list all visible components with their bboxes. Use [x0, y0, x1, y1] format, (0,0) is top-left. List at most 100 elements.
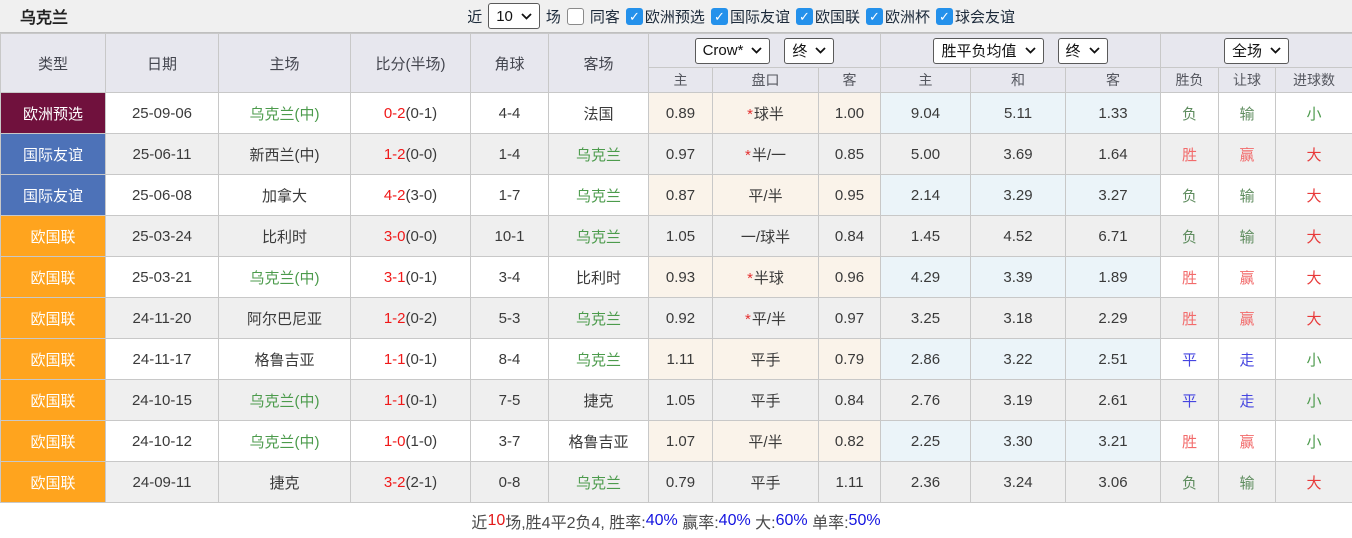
cell-date: 25-06-08 — [106, 175, 219, 216]
col-type: 类型 — [1, 34, 106, 93]
cell-corner: 0-8 — [471, 462, 549, 503]
cell-avg-draw: 4.52 — [971, 216, 1066, 257]
cell-corner: 8-4 — [471, 339, 549, 380]
cell-avg-lose: 1.33 — [1066, 93, 1161, 134]
cell-handicap: 一/球半 — [713, 216, 819, 257]
col-score: 比分(半场) — [351, 34, 471, 93]
cell-result-let: 输 — [1219, 216, 1276, 257]
col-away: 客场 — [549, 34, 649, 93]
fulltime-score: 1-2 — [384, 310, 406, 327]
intl-friendly-checkbox[interactable]: ✓ — [711, 8, 728, 25]
cell-handicap: 平手 — [713, 339, 819, 380]
cell-result-let: 输 — [1219, 175, 1276, 216]
cell-result-goals: 大 — [1276, 175, 1352, 216]
cell-away: 乌克兰 — [549, 298, 649, 339]
cell-away: 乌克兰 — [549, 175, 649, 216]
match-row: 国际友谊25-06-08加拿大4-2(3-0)1-7乌克兰0.87平/半0.95… — [1, 175, 1352, 216]
handicap-text: 平/半 — [752, 311, 786, 328]
recent-label: 近 — [467, 6, 482, 27]
cell-avg-lose: 2.51 — [1066, 339, 1161, 380]
filter-euro-qualifiers[interactable]: ✓ 欧洲预选 — [626, 6, 705, 27]
cell-avg-win: 2.25 — [881, 421, 971, 462]
match-row: 欧国联25-03-21乌克兰(中)3-1(0-1)3-4比利时0.93*半球0.… — [1, 257, 1352, 298]
check-icon: ✓ — [799, 10, 810, 23]
filter-euro-cup[interactable]: ✓ 欧洲杯 — [866, 6, 930, 27]
halftime-score: (0-0) — [406, 228, 438, 245]
recent-count-select[interactable]: 10 — [488, 3, 540, 29]
bookmaker-select-value: Crow* — [703, 42, 744, 59]
subcol-avg-lose: 客 — [1066, 68, 1161, 93]
cell-away: 乌克兰 — [549, 462, 649, 503]
subcol-result-wdl: 胜负 — [1161, 68, 1219, 93]
euro-cup-label: 欧洲杯 — [885, 6, 930, 27]
cell-avg-draw: 3.18 — [971, 298, 1066, 339]
cell-avg-win: 9.04 — [881, 93, 971, 134]
cell-avg-draw: 3.19 — [971, 380, 1066, 421]
cell-date: 25-09-06 — [106, 93, 219, 134]
euro-qualifiers-label: 欧洲预选 — [645, 6, 705, 27]
cell-odds-away: 0.79 — [819, 339, 881, 380]
cell-home: 捷克 — [219, 462, 351, 503]
odds-state-select[interactable]: 终 — [784, 38, 834, 64]
cell-avg-draw: 3.22 — [971, 339, 1066, 380]
cell-handicap: 平/半 — [713, 175, 819, 216]
cell-corner: 3-4 — [471, 257, 549, 298]
avg-type-select[interactable]: 胜平负均值 — [933, 38, 1043, 64]
match-row: 欧国联24-10-15乌克兰(中)1-1(0-1)7-5捷克1.05平手0.84… — [1, 380, 1352, 421]
same-away-checkbox[interactable] — [567, 8, 584, 25]
cell-avg-draw: 5.11 — [971, 93, 1066, 134]
club-friendly-checkbox[interactable]: ✓ — [936, 8, 953, 25]
summary-line: 近10场,胜4平2负4, 胜率:40% 赢率:40% 大:60% 单率:50% — [0, 503, 1352, 538]
cell-avg-lose: 3.21 — [1066, 421, 1161, 462]
cell-result-let: 输 — [1219, 462, 1276, 503]
scope-select[interactable]: 全场 — [1224, 38, 1289, 64]
filter-nations-league[interactable]: ✓ 欧国联 — [796, 6, 860, 27]
summary-segment: 场,胜4平2负4, — [505, 509, 609, 533]
cell-handicap: *半/一 — [713, 134, 819, 175]
check-icon: ✓ — [939, 10, 950, 23]
match-table-body: 欧洲预选25-09-06乌克兰(中)0-2(0-1)4-4法国0.89*球半1.… — [1, 93, 1352, 503]
cell-avg-win: 4.29 — [881, 257, 971, 298]
odds-group-header: Crow* 终 — [649, 34, 881, 68]
filters: 近 10 场 同客 ✓ 欧洲预选 ✓ 国际友谊 ✓ 欧国联 ✓ 欧洲杯 ✓ 球会… — [467, 3, 1015, 29]
nations-league-label: 欧国联 — [815, 6, 860, 27]
halftime-score: (0-1) — [406, 392, 438, 409]
fulltime-score: 3-2 — [384, 474, 406, 491]
cell-result-wdl: 负 — [1161, 462, 1219, 503]
summary-segment: 50% — [849, 512, 881, 530]
subcol-odds-away: 客 — [819, 68, 881, 93]
match-row: 欧洲预选25-09-06乌克兰(中)0-2(0-1)4-4法国0.89*球半1.… — [1, 93, 1352, 134]
halftime-score: (0-1) — [406, 269, 438, 286]
cell-score: 1-1(0-1) — [351, 339, 471, 380]
euro-cup-checkbox[interactable]: ✓ — [866, 8, 883, 25]
cell-score: 0-2(0-1) — [351, 93, 471, 134]
handicap-text: 平/半 — [748, 188, 782, 205]
handicap-text: 半/一 — [752, 147, 786, 164]
cell-result-goals: 小 — [1276, 380, 1352, 421]
euro-qualifiers-checkbox[interactable]: ✓ — [626, 8, 643, 25]
club-friendly-label: 球会友谊 — [955, 6, 1015, 27]
col-date: 日期 — [106, 34, 219, 93]
filter-intl-friendly[interactable]: ✓ 国际友谊 — [711, 6, 790, 27]
handicap-text: 一/球半 — [741, 229, 790, 246]
cell-corner: 4-4 — [471, 93, 549, 134]
cell-home: 加拿大 — [219, 175, 351, 216]
cell-away: 捷克 — [549, 380, 649, 421]
cell-type: 欧国联 — [1, 339, 106, 380]
nations-league-checkbox[interactable]: ✓ — [796, 8, 813, 25]
cell-avg-lose: 1.89 — [1066, 257, 1161, 298]
filter-club-friendly[interactable]: ✓ 球会友谊 — [936, 6, 1015, 27]
check-icon: ✓ — [714, 10, 725, 23]
match-row: 国际友谊25-06-11新西兰(中)1-2(0-0)1-4乌克兰0.97*半/一… — [1, 134, 1352, 175]
check-icon: ✓ — [629, 10, 640, 23]
fulltime-score: 0-2 — [384, 105, 406, 122]
bookmaker-select[interactable]: Crow* — [695, 38, 771, 64]
chevron-down-icon — [815, 47, 826, 54]
subcol-avg-win: 主 — [881, 68, 971, 93]
scope-select-value: 全场 — [1232, 40, 1262, 61]
cell-avg-lose: 3.27 — [1066, 175, 1161, 216]
cell-avg-win: 2.86 — [881, 339, 971, 380]
summary-segment: 40% — [719, 512, 751, 530]
avg-state-select[interactable]: 终 — [1058, 38, 1108, 64]
cell-away: 比利时 — [549, 257, 649, 298]
